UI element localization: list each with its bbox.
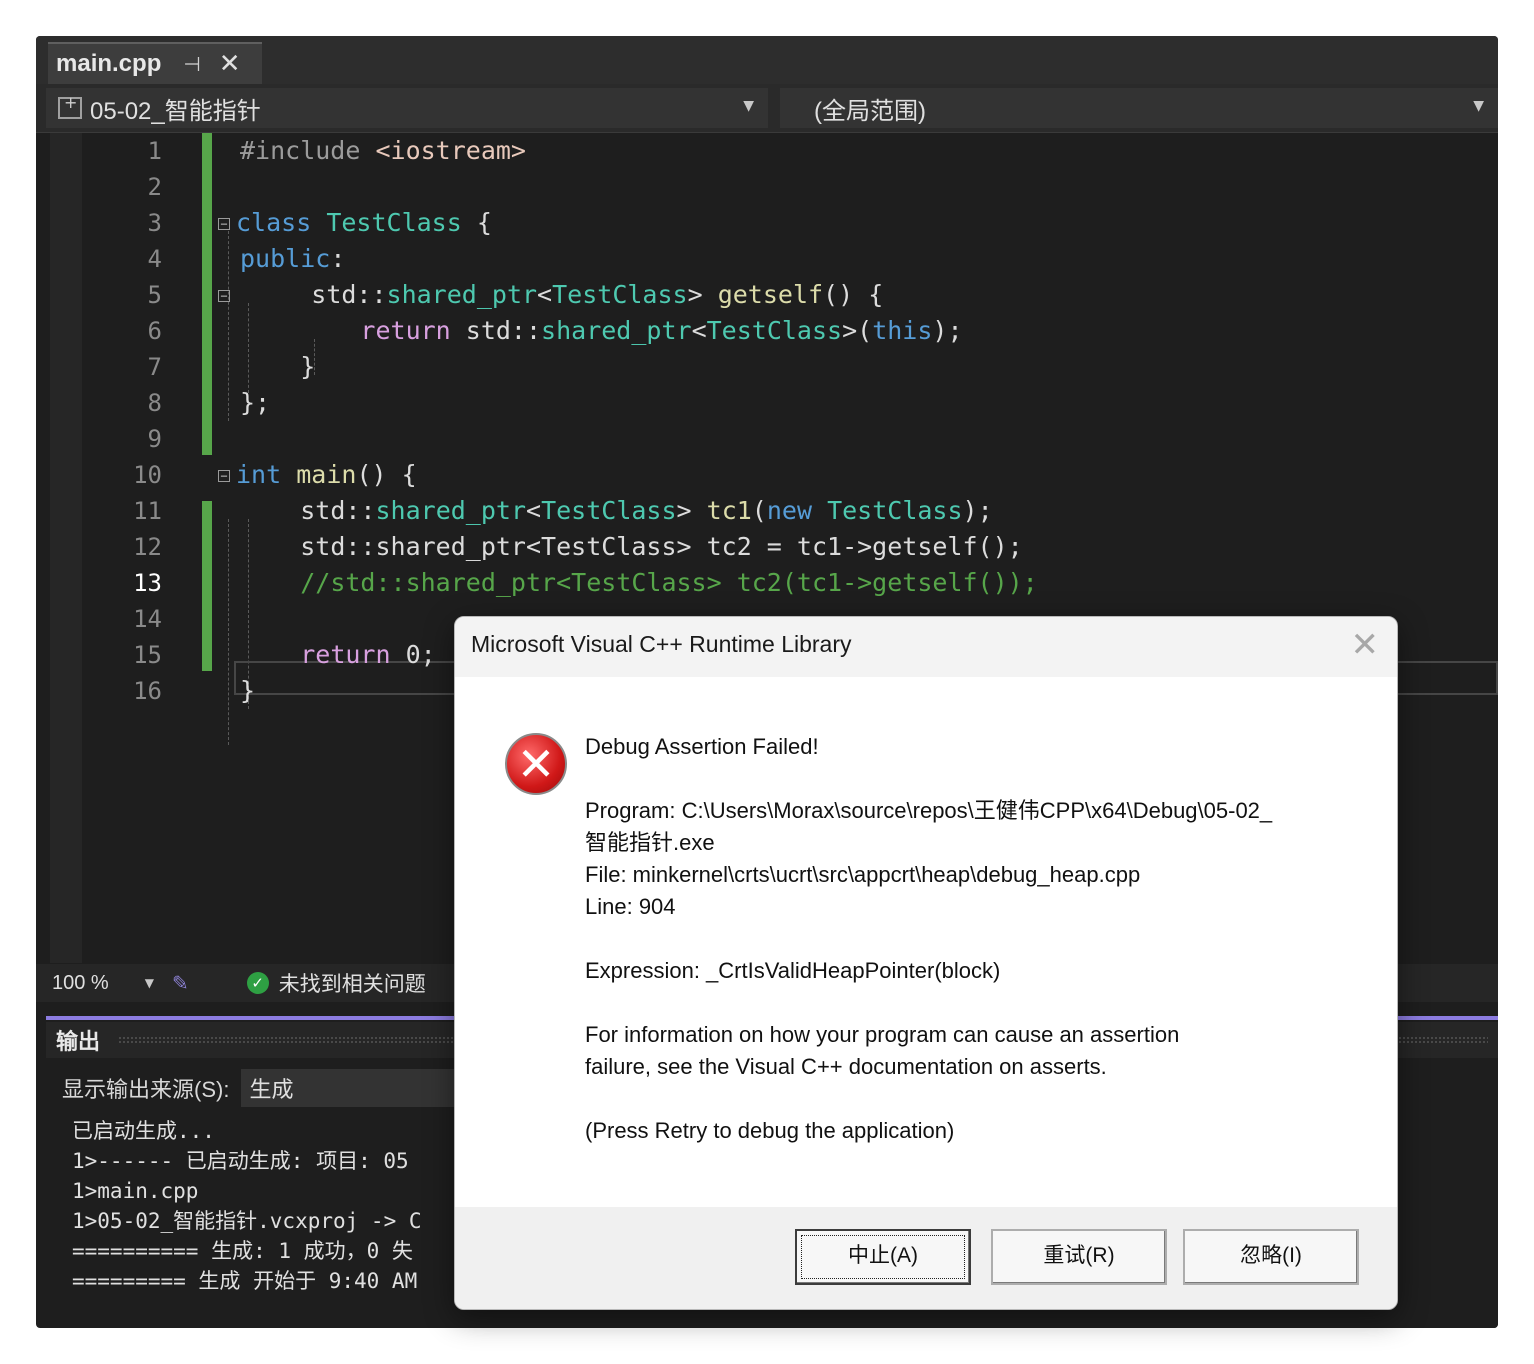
output-line: 已启动生成... [72, 1119, 215, 1143]
code-line-11: std::shared_ptr<TestClass> tc1(new TestC… [300, 496, 993, 525]
output-source-label: 显示输出来源(S): [62, 1077, 230, 1102]
retry-button[interactable]: 重试(R) [991, 1229, 1167, 1285]
line-number: 6 [147, 317, 162, 345]
line-number: 9 [147, 425, 162, 453]
issues-status[interactable]: 未找到相关问题 [279, 968, 426, 998]
close-icon[interactable]: ✕ [219, 49, 241, 79]
output-line: 1>main.cpp [72, 1179, 199, 1203]
file-path: File: minkernel\crts\ucrt\src\appcrt\hea… [585, 862, 1141, 887]
project-dropdown[interactable]: 05-02_智能指针 ▼ [46, 88, 768, 128]
tab-title: main.cpp [56, 50, 162, 77]
tab-main-cpp[interactable]: main.cpp ⊣ ✕ [48, 42, 262, 84]
collapse-icon[interactable]: − [218, 470, 230, 482]
error-icon: ✕ [505, 733, 567, 795]
dialog-heading: Debug Assertion Failed! [585, 734, 819, 759]
output-line: ========= 生成 开始于 9:40 AM [72, 1269, 418, 1293]
retry-hint: (Press Retry to debug the application) [585, 1118, 955, 1143]
program-path: Program: C:\Users\Morax\source\repos\王健伟… [585, 798, 1273, 823]
pin-icon[interactable]: ⊣ [183, 52, 200, 76]
line-numbers: 1 2 3 4 5 6 7 8 9 10 11 12 13 14 15 16 [116, 133, 162, 709]
line-number: 7 [147, 353, 162, 381]
line-number: 4 [147, 245, 162, 273]
code-line-5: − std::shared_ptr<TestClass> getself() { [218, 277, 1038, 313]
info-text: For information on how your program can … [585, 1022, 1180, 1047]
output-text: 已启动生成... 1>------ 已启动生成: 项目: 05 1>main.c… [72, 1116, 422, 1296]
code-line-10: − int main() { [218, 457, 1038, 493]
line-number: 15 [133, 641, 162, 669]
line-number: 5 [147, 281, 162, 309]
code-line-6: return std::shared_ptr<TestClass>(this); [360, 316, 963, 345]
code-line-4: public: [240, 244, 346, 273]
info-text-cont: failure, see the Visual C++ documentatio… [585, 1054, 1107, 1079]
tab-strip: main.cpp ⊣ ✕ [36, 36, 1498, 84]
code-line-7: } [300, 352, 316, 381]
line-number: 2 [147, 173, 162, 201]
output-title: 输出 [56, 1029, 101, 1054]
line-number: 3 [147, 209, 162, 237]
indicator-margin [50, 133, 82, 963]
chevron-down-icon[interactable]: ▼ [145, 976, 154, 990]
code-line-8: }; [240, 388, 271, 417]
line-number: 11 [133, 497, 162, 525]
project-icon [58, 93, 82, 119]
program-path-cont: 智能指针.exe [585, 830, 715, 855]
scope-name: (全局范围) [814, 97, 926, 125]
code-line-12: std::shared_ptr<TestClass> tc2 = tc1->ge… [300, 532, 1023, 561]
output-line: 1>------ 已启动生成: 项目: 05 [72, 1149, 409, 1173]
scope-guide [228, 231, 229, 421]
scope-dropdown[interactable]: (全局范围) ▼ [780, 88, 1498, 128]
collapse-icon[interactable]: − [218, 290, 230, 302]
dialog-title: Microsoft Visual C++ Runtime Library [471, 631, 852, 657]
assertion-dialog: Microsoft Visual C++ Runtime Library ✕ ✕… [454, 616, 1398, 1310]
line-number: 8 [147, 389, 162, 417]
change-marker [202, 133, 212, 455]
code-line-3: − class TestClass { [218, 205, 1038, 241]
code-line-1: #include <iostream> [240, 136, 526, 165]
project-name: 05-02_智能指针 [90, 97, 261, 125]
code-cleanup-icon[interactable]: ✎ [172, 971, 189, 995]
dialog-message: Debug Assertion Failed! Program: C:\User… [585, 731, 1365, 1147]
dialog-title-bar[interactable]: Microsoft Visual C++ Runtime Library ✕ [455, 617, 1397, 677]
line-number: 12 [133, 533, 162, 561]
navigation-bar: 05-02_智能指针 ▼ (全局范围) ▼ [36, 84, 1498, 133]
zoom-level[interactable]: 100 % [52, 972, 109, 995]
scope-guide [228, 519, 229, 745]
line-number-info: Line: 904 [585, 894, 676, 919]
expression: Expression: _CrtIsValidHeapPointer(block… [585, 958, 1001, 983]
output-line: ========== 生成: 1 成功，0 失 [72, 1239, 413, 1263]
collapse-icon[interactable]: − [218, 218, 230, 230]
code-line-13: //std::shared_ptr<TestClass> tc2(tc1->ge… [300, 568, 1038, 597]
current-line-number: 13 [133, 569, 162, 597]
abort-button[interactable]: 中止(A) [795, 1229, 971, 1285]
output-line: 1>05-02_智能指针.vcxproj -> C [72, 1209, 422, 1233]
chevron-down-icon: ▼ [743, 98, 754, 114]
dialog-footer: 中止(A) 重试(R) 忽略(I) [455, 1207, 1397, 1309]
chevron-down-icon: ▼ [1473, 98, 1484, 114]
close-icon[interactable]: ✕ [1351, 625, 1380, 665]
line-number: 10 [133, 461, 162, 489]
check-icon: ✓ [246, 972, 269, 994]
line-number: 14 [133, 605, 162, 633]
change-marker [202, 501, 212, 671]
ignore-button[interactable]: 忽略(I) [1183, 1229, 1359, 1285]
line-number: 16 [133, 677, 162, 705]
line-number: 1 [147, 137, 162, 165]
